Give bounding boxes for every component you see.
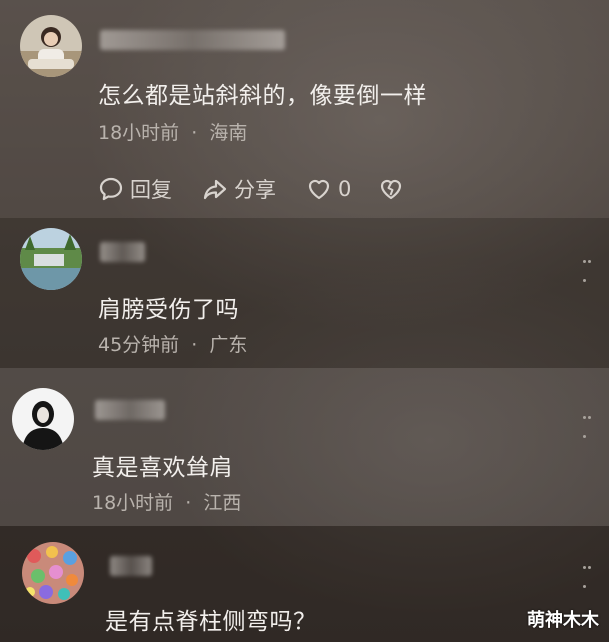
comment-location: 海南: [209, 122, 248, 144]
comment-text: 真是喜欢耸肩: [92, 455, 233, 481]
more-dots-icon[interactable]: [583, 260, 597, 282]
meta-separator: ·: [191, 122, 198, 144]
comment-bubble-icon: [99, 177, 123, 201]
comment-text: 肩膀受伤了吗: [98, 297, 239, 323]
share-arrow-icon: [203, 179, 227, 200]
share-button[interactable]: 分享: [202, 174, 276, 204]
avatar[interactable]: [20, 228, 82, 290]
username-blurred[interactable]: [100, 242, 145, 262]
meta-separator: ·: [185, 492, 192, 514]
username-blurred[interactable]: [95, 400, 165, 420]
comment-meta: 18小时前 · 江西: [92, 488, 241, 515]
comment-meta: 45分钟前 · 广东: [98, 330, 247, 357]
avatar[interactable]: [22, 542, 84, 604]
comment-text: 怎么都是站斜斜的，像要倒一样: [98, 83, 427, 109]
reply-button[interactable]: 回复: [98, 174, 172, 204]
dislike-button[interactable]: [378, 174, 410, 204]
comment-location: 广东: [209, 334, 248, 356]
comment-text: 是有点脊柱侧弯吗？: [105, 609, 317, 635]
comment-meta: 18小时前 · 海南: [98, 118, 247, 145]
like-count: 0: [338, 177, 352, 201]
broken-heart-icon: [380, 179, 402, 200]
comment-item: 肩膀受伤了吗 45分钟前 · 广东: [0, 218, 609, 368]
more-dots-icon[interactable]: [583, 566, 597, 588]
username-blurred[interactable]: [110, 556, 152, 576]
avatar[interactable]: [12, 388, 74, 450]
comment-item: 怎么都是站斜斜的，像要倒一样 18小时前 · 海南 回复 分享 0: [0, 0, 609, 218]
username-blurred[interactable]: [100, 30, 285, 50]
comment-time: 18小时前: [98, 122, 180, 144]
comment-time: 18小时前: [92, 492, 174, 514]
heart-icon: [308, 179, 330, 200]
watermark: 萌神木木: [527, 610, 599, 631]
comment-item: 真是喜欢耸肩 18小时前 · 江西: [0, 368, 609, 526]
comment-location: 江西: [203, 492, 242, 514]
avatar[interactable]: [20, 15, 82, 77]
comment-time: 45分钟前: [98, 334, 180, 356]
meta-separator: ·: [191, 334, 198, 356]
like-button[interactable]: 0: [306, 174, 351, 204]
reply-label: 回复: [130, 178, 172, 202]
more-dots-icon[interactable]: [583, 416, 597, 438]
share-label: 分享: [234, 178, 276, 202]
comment-item: 是有点脊柱侧弯吗？: [0, 526, 609, 642]
